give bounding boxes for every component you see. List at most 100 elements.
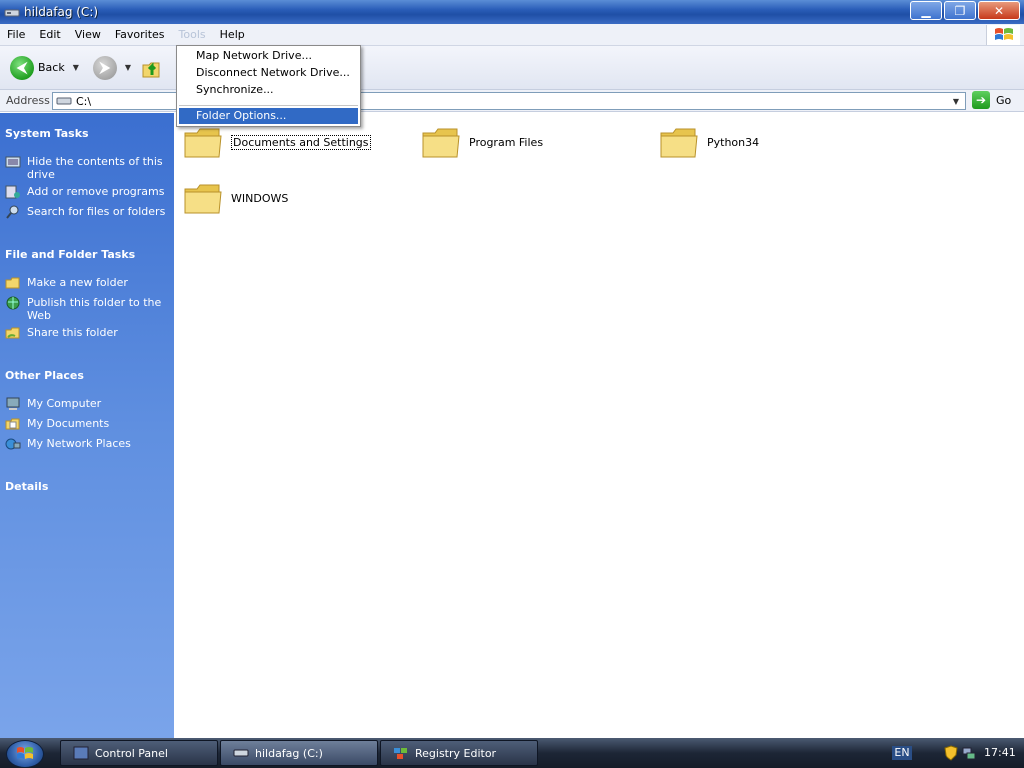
address-dropdown-icon[interactable]: ▼ (949, 94, 963, 108)
network-tray-icon[interactable] (962, 745, 976, 761)
task-publish-web[interactable]: Publish this folder to the Web (0, 296, 170, 322)
task-label: Search for files or folders (27, 205, 166, 218)
restore-button[interactable]: ❐ (944, 1, 976, 20)
back-button[interactable]: ⮜ (10, 55, 34, 80)
task-label: Make a new folder (27, 276, 128, 289)
taskbar-control-panel[interactable]: Control Panel (60, 740, 218, 766)
menu-disconnect-network-drive[interactable]: Disconnect Network Drive... (179, 65, 358, 81)
task-label: Add or remove programs (27, 185, 165, 198)
drive-icon (56, 97, 72, 105)
menu-tools[interactable]: Tools (172, 25, 213, 45)
window-title: hildafag (C:) (24, 5, 99, 19)
task-label: Share this folder (27, 326, 118, 339)
menu-edit[interactable]: Edit (32, 25, 67, 45)
details-title[interactable]: Details (0, 480, 48, 493)
forward-dropdown-icon[interactable]: ▼ (125, 63, 131, 72)
task-label: My Computer (27, 397, 102, 410)
go-arrow-icon: ➔ (972, 91, 990, 109)
folder-icon (422, 128, 460, 158)
go-label: Go (996, 93, 1012, 107)
menu-favorites[interactable]: Favorites (108, 25, 172, 45)
search-icon (6, 205, 19, 219)
toolbar: ⮜ Back ▼ ⮞ ▼ (0, 46, 1024, 90)
back-label[interactable]: Back (38, 61, 65, 74)
windows-flag-icon (17, 747, 33, 759)
title-bar[interactable]: hildafag (C:) ▁ ❐ ✕ (0, 0, 1024, 24)
place-my-documents[interactable]: My Documents (0, 417, 170, 431)
back-arrow-icon: ⮜ (17, 59, 27, 76)
my-computer-icon (6, 397, 20, 410)
windows-logo (986, 25, 1020, 45)
folder-icon (184, 128, 222, 158)
folder-item[interactable]: Python34 (659, 123, 759, 161)
registry-editor-icon (394, 748, 407, 759)
task-label: My Network Places (27, 437, 131, 450)
file-folder-tasks-title[interactable]: File and Folder Tasks (0, 248, 135, 261)
security-shield-icon[interactable] (944, 745, 958, 761)
clock[interactable]: 17:41 (984, 746, 1016, 759)
task-new-folder[interactable]: Make a new folder (0, 276, 170, 290)
taskbar-label: hildafag (C:) (255, 746, 323, 760)
close-button[interactable]: ✕ (978, 1, 1020, 20)
menu-bar: File Edit View Favorites Tools Help (0, 24, 1024, 46)
language-indicator[interactable]: EN (892, 746, 912, 760)
go-button[interactable]: ➔ Go (972, 91, 1011, 109)
task-search[interactable]: Search for files or folders (0, 205, 170, 219)
address-label: Address (6, 94, 50, 107)
taskbar-explorer[interactable]: hildafag (C:) (220, 740, 378, 766)
minimize-icon: ▁ (921, 3, 931, 18)
task-pane: System Tasks Hide the contents of this d… (0, 113, 174, 738)
menu-synchronize[interactable]: Synchronize... (179, 82, 358, 98)
menu-folder-options[interactable]: Folder Options... (179, 108, 358, 124)
windows-flag-icon (994, 28, 1013, 40)
minimize-button[interactable]: ▁ (910, 1, 942, 20)
tools-dropdown-menu: Map Network Drive... Disconnect Network … (176, 45, 361, 127)
menu-separator (179, 105, 358, 106)
folder-icon (184, 184, 222, 214)
taskbar-registry-editor[interactable]: Registry Editor (380, 740, 538, 766)
place-my-network[interactable]: My Network Places (0, 437, 170, 451)
my-documents-icon (5, 418, 20, 430)
taskbar: Control Panel hildafag (C:) Registry Edi… (0, 738, 1024, 768)
share-folder-icon (5, 327, 20, 339)
task-share-folder[interactable]: Share this folder (0, 326, 170, 340)
drive-icon (233, 749, 249, 757)
folder-item[interactable]: Program Files (421, 123, 543, 161)
file-list: Documents and Settings Program Files Pyt… (174, 113, 1024, 738)
drive-icon (4, 9, 20, 17)
other-places-title[interactable]: Other Places (0, 369, 84, 382)
place-my-computer[interactable]: My Computer (0, 397, 170, 411)
folder-icon (660, 128, 698, 158)
restore-icon: ❐ (954, 3, 966, 18)
folder-name: Program Files (469, 135, 544, 149)
menu-help[interactable]: Help (213, 25, 252, 45)
folder-up-icon[interactable] (141, 57, 163, 79)
my-network-places-icon (5, 438, 21, 450)
menu-file[interactable]: File (0, 25, 32, 45)
folder-name: WINDOWS (231, 191, 289, 205)
folder-item[interactable]: Documents and Settings (183, 123, 371, 161)
forward-button[interactable]: ⮞ (92, 55, 117, 80)
taskbar-label: Control Panel (95, 746, 168, 760)
address-value: C:\ (76, 94, 92, 108)
task-label: My Documents (27, 417, 110, 430)
folder-item[interactable]: WINDOWS (183, 179, 288, 217)
menu-view[interactable]: View (68, 25, 108, 45)
task-label: Hide the contents of this drive (27, 155, 163, 181)
folder-name: Documents and Settings (231, 134, 371, 150)
address-bar: Address C:\ ▼ ➔ Go (0, 90, 1024, 112)
start-button[interactable] (6, 740, 44, 768)
add-remove-programs-icon (5, 185, 20, 199)
folder-name: Python34 (707, 135, 760, 149)
control-panel-icon (73, 746, 89, 760)
back-dropdown-icon[interactable]: ▼ (73, 63, 79, 72)
system-tasks-title[interactable]: System Tasks (0, 127, 89, 140)
close-icon: ✕ (993, 3, 1005, 18)
menu-map-network-drive[interactable]: Map Network Drive... (179, 48, 358, 64)
new-folder-icon (5, 277, 20, 289)
publish-web-icon (6, 296, 20, 310)
hide-contents-icon (5, 156, 21, 168)
task-hide-drive[interactable]: Hide the contents of this drive (0, 155, 170, 181)
task-add-remove-programs[interactable]: Add or remove programs (0, 185, 170, 199)
task-label: Publish this folder to the Web (27, 296, 162, 322)
